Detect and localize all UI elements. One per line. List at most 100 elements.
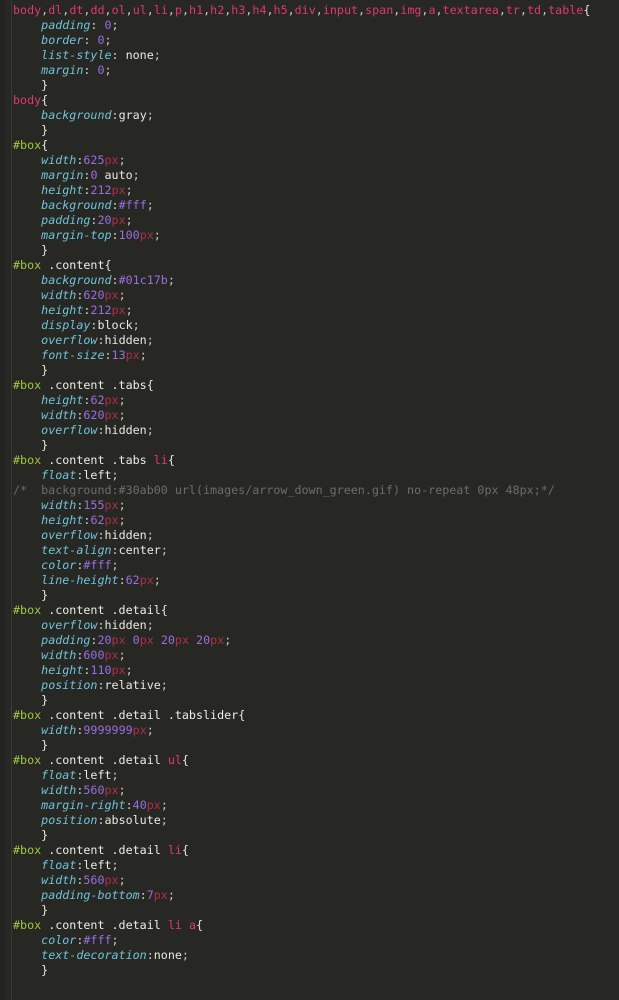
code-line[interactable]: #box .content{ <box>0 258 619 273</box>
code-token-unit: px <box>104 783 119 797</box>
code-line[interactable]: float:left; <box>0 468 619 483</box>
code-line[interactable]: width:625px; <box>0 153 619 168</box>
code-line[interactable]: background:gray; <box>0 108 619 123</box>
code-token-punct: ; <box>125 213 133 227</box>
code-line[interactable]: #box .content .detail ul{ <box>0 753 619 768</box>
code-token-punct: ; <box>181 948 189 962</box>
code-line[interactable]: } <box>0 363 619 378</box>
code-line[interactable]: height:62px; <box>0 393 619 408</box>
code-editor-view[interactable]: body,dl,dt,dd,ol,ul,li,p,h1,h2,h3,h4,h5,… <box>0 0 619 1000</box>
code-token-num: 62 <box>125 573 140 587</box>
code-line[interactable]: } <box>0 78 619 93</box>
code-line[interactable]: position:absolute; <box>0 813 619 828</box>
code-line[interactable]: margin:0 auto; <box>0 168 619 183</box>
code-line[interactable]: width:560px; <box>0 783 619 798</box>
code-token-id: #box <box>13 918 42 932</box>
code-token-num: 625 <box>83 153 105 167</box>
code-token-punct: ; <box>111 933 119 947</box>
code-line[interactable]: } <box>0 963 619 978</box>
code-line[interactable]: margin-top:100px; <box>0 228 619 243</box>
code-token-elem: tr <box>505 3 520 17</box>
code-line[interactable]: list-style: none; <box>0 48 619 63</box>
code-line[interactable]: padding:20px 0px 20px 20px; <box>0 633 619 648</box>
code-line[interactable]: border: 0; <box>0 33 619 48</box>
code-line[interactable]: background:#fff; <box>0 198 619 213</box>
code-line[interactable]: #box .content .detail .tabslider{ <box>0 708 619 723</box>
code-line[interactable]: height:110px; <box>0 663 619 678</box>
code-line[interactable]: } <box>0 123 619 138</box>
code-line[interactable]: } <box>0 693 619 708</box>
code-line[interactable]: } <box>0 738 619 753</box>
code-line[interactable]: height:62px; <box>0 513 619 528</box>
code-line[interactable]: width:600px; <box>0 648 619 663</box>
code-token-brace: { <box>238 708 246 722</box>
code-line[interactable]: text-align:center; <box>0 543 619 558</box>
code-line[interactable]: background:#01c17b; <box>0 273 619 288</box>
code-line[interactable]: width:9999999px; <box>0 723 619 738</box>
code-line[interactable]: } <box>0 903 619 918</box>
code-token-colon: : <box>97 678 105 692</box>
code-line[interactable]: } <box>0 588 619 603</box>
code-token-unit: px <box>174 633 189 647</box>
code-line[interactable]: #box .content .tabs{ <box>0 378 619 393</box>
code-line[interactable]: float:left; <box>0 858 619 873</box>
code-line[interactable]: width:620px; <box>0 288 619 303</box>
code-token-elem: li <box>153 3 168 17</box>
code-line[interactable]: body,dl,dt,dd,ol,ul,li,p,h1,h2,h3,h4,h5,… <box>0 3 619 18</box>
code-line[interactable]: } <box>0 828 619 843</box>
code-line-container[interactable]: body,dl,dt,dd,ol,ul,li,p,h1,h2,h3,h4,h5,… <box>0 3 619 978</box>
code-token-num: 0 <box>97 33 105 47</box>
code-line[interactable]: position:relative; <box>0 678 619 693</box>
code-line[interactable]: color:#fff; <box>0 933 619 948</box>
code-line[interactable]: overflow:hidden; <box>0 333 619 348</box>
code-token-prop: width <box>41 408 77 422</box>
code-token-kw: relative <box>104 678 161 692</box>
code-line[interactable]: #box{ <box>0 138 619 153</box>
code-token-punct: ; <box>132 318 140 332</box>
code-token-num: 9999999 <box>83 723 133 737</box>
code-line[interactable]: float:left; <box>0 768 619 783</box>
code-line[interactable]: height:212px; <box>0 183 619 198</box>
code-token-kw: left <box>83 768 112 782</box>
code-token-punct: ; <box>118 288 126 302</box>
code-line[interactable]: margin-right:40px; <box>0 798 619 813</box>
code-line[interactable]: body{ <box>0 93 619 108</box>
code-line[interactable]: display:block; <box>0 318 619 333</box>
code-token-punct: , <box>125 3 133 17</box>
code-line[interactable]: padding:20px; <box>0 213 619 228</box>
code-token-colon: : <box>83 33 98 47</box>
code-line[interactable]: color:#fff; <box>0 558 619 573</box>
code-line[interactable]: height:212px; <box>0 303 619 318</box>
code-line[interactable]: } <box>0 438 619 453</box>
code-line[interactable]: padding-bottom:7px; <box>0 888 619 903</box>
code-line[interactable]: #box .content .tabs li{ <box>0 453 619 468</box>
code-line[interactable]: margin: 0; <box>0 63 619 78</box>
code-token-brace: } <box>41 828 49 842</box>
code-line[interactable]: overflow:hidden; <box>0 528 619 543</box>
code-token-punct: ; <box>146 198 154 212</box>
code-line[interactable]: overflow:hidden; <box>0 423 619 438</box>
code-line[interactable]: font-size:13px; <box>0 348 619 363</box>
code-line[interactable]: #box .content .detail li a{ <box>0 918 619 933</box>
code-line[interactable]: width:560px; <box>0 873 619 888</box>
code-line[interactable]: width:620px; <box>0 408 619 423</box>
code-token-prop: list-style <box>41 48 112 62</box>
code-line[interactable]: overflow:hidden; <box>0 618 619 633</box>
code-line[interactable]: #box .content .detail li{ <box>0 843 619 858</box>
code-line[interactable]: line-height:62px; <box>0 573 619 588</box>
code-line[interactable]: #box .content .detail{ <box>0 603 619 618</box>
code-line[interactable]: /* background:#30ab00 url(images/arrow_d… <box>0 483 619 498</box>
code-token-hex: #fff <box>118 198 147 212</box>
code-token-punct: ; <box>146 333 154 347</box>
code-line[interactable]: padding: 0; <box>0 18 619 33</box>
code-line[interactable]: width:155px; <box>0 498 619 513</box>
code-token-brace: } <box>41 123 49 137</box>
code-line[interactable]: text-decoration:none; <box>0 948 619 963</box>
code-line[interactable]: } <box>0 243 619 258</box>
